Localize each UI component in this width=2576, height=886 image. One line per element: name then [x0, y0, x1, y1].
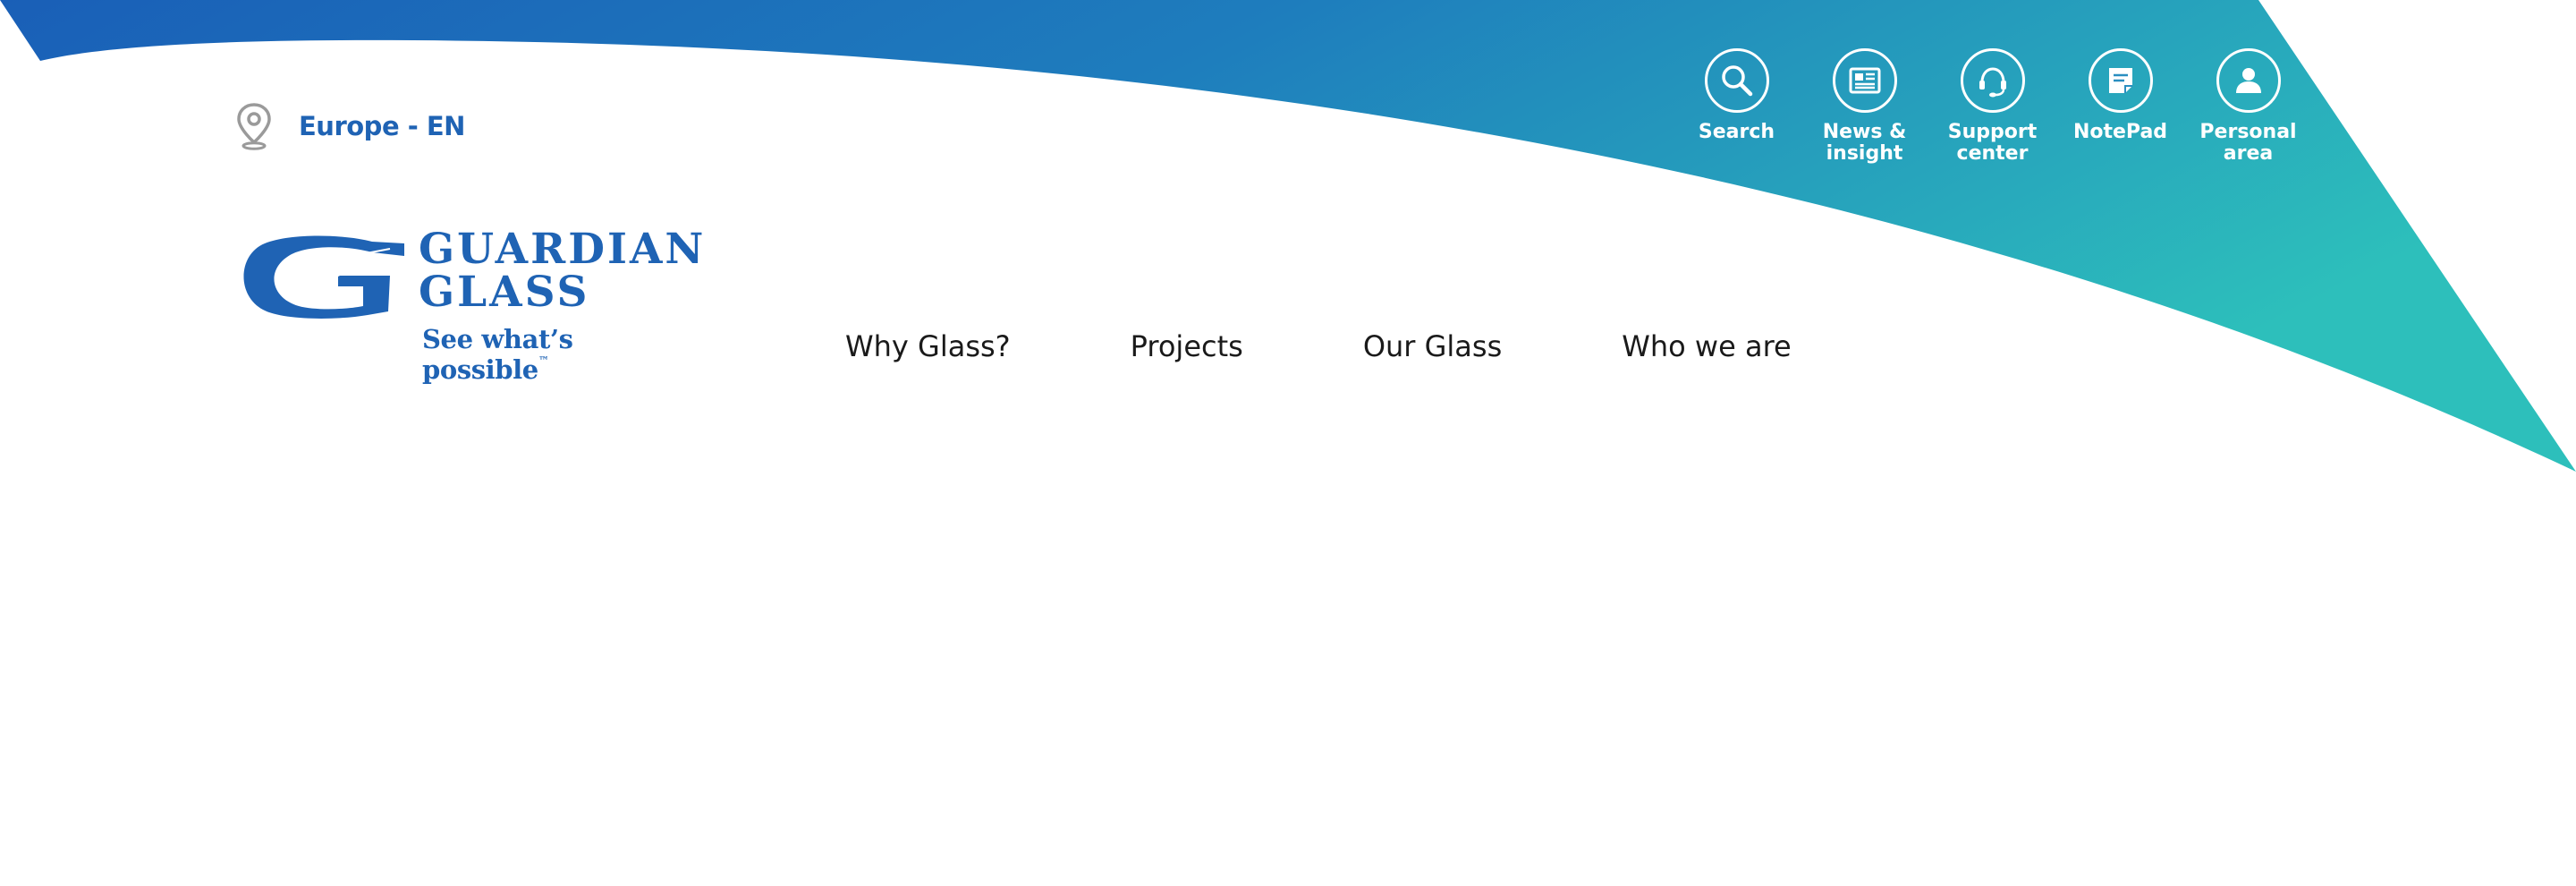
- personal-ring: [2216, 48, 2281, 113]
- news-insight-label: News & insight: [1822, 121, 1907, 165]
- logo-line-2: GLASS: [419, 268, 590, 317]
- notepad-icon: [2108, 68, 2132, 93]
- guardian-glass-logo[interactable]: GUARDIAN GLASS See what’s possible™: [238, 226, 703, 385]
- logo-tagline: See what’s possible™: [422, 324, 694, 385]
- headset-icon: [1979, 67, 2006, 98]
- user-icon: [2235, 68, 2261, 93]
- notepad-ring: [2088, 48, 2153, 113]
- region-label: Europe - EN: [299, 111, 465, 141]
- personal-area-label: Personal area: [2199, 121, 2297, 165]
- personal-area-button[interactable]: Personal area: [2184, 48, 2312, 165]
- nav-item-projects[interactable]: Projects: [1131, 329, 1243, 363]
- search-label: Search: [1698, 121, 1775, 143]
- nav-item-our-glass[interactable]: Our Glass: [1363, 329, 1502, 363]
- support-ring: [1960, 48, 2025, 113]
- location-pin-icon: [237, 103, 271, 150]
- logo-line-1: GUARDIAN: [419, 225, 707, 274]
- utility-nav: Search News & insight Support center Not…: [1673, 48, 2312, 165]
- support-center-label: Support center: [1947, 121, 2038, 165]
- notepad-label: NotePad: [2072, 121, 2168, 143]
- support-center-button[interactable]: Support center: [1928, 48, 2056, 165]
- region-selector[interactable]: Europe - EN: [234, 100, 465, 152]
- notepad-button[interactable]: NotePad: [2056, 48, 2184, 165]
- search-ring: [1704, 48, 1769, 113]
- search-button[interactable]: Search: [1673, 48, 1801, 165]
- nav-item-who-we-are[interactable]: Who we are: [1622, 329, 1791, 363]
- tagline-text: See what’s possible: [422, 324, 573, 385]
- guardian-g-horse-icon: [243, 235, 404, 319]
- news-ring: [1832, 48, 1897, 113]
- search-icon: [1721, 65, 1752, 97]
- newspaper-icon: [1849, 67, 1880, 94]
- trademark-mark: ™: [538, 354, 549, 367]
- news-insight-button[interactable]: News & insight: [1801, 48, 1928, 165]
- nav-item-why-glass[interactable]: Why Glass?: [845, 329, 1011, 363]
- main-nav: Why Glass? Projects Our Glass Who we are: [845, 329, 1792, 363]
